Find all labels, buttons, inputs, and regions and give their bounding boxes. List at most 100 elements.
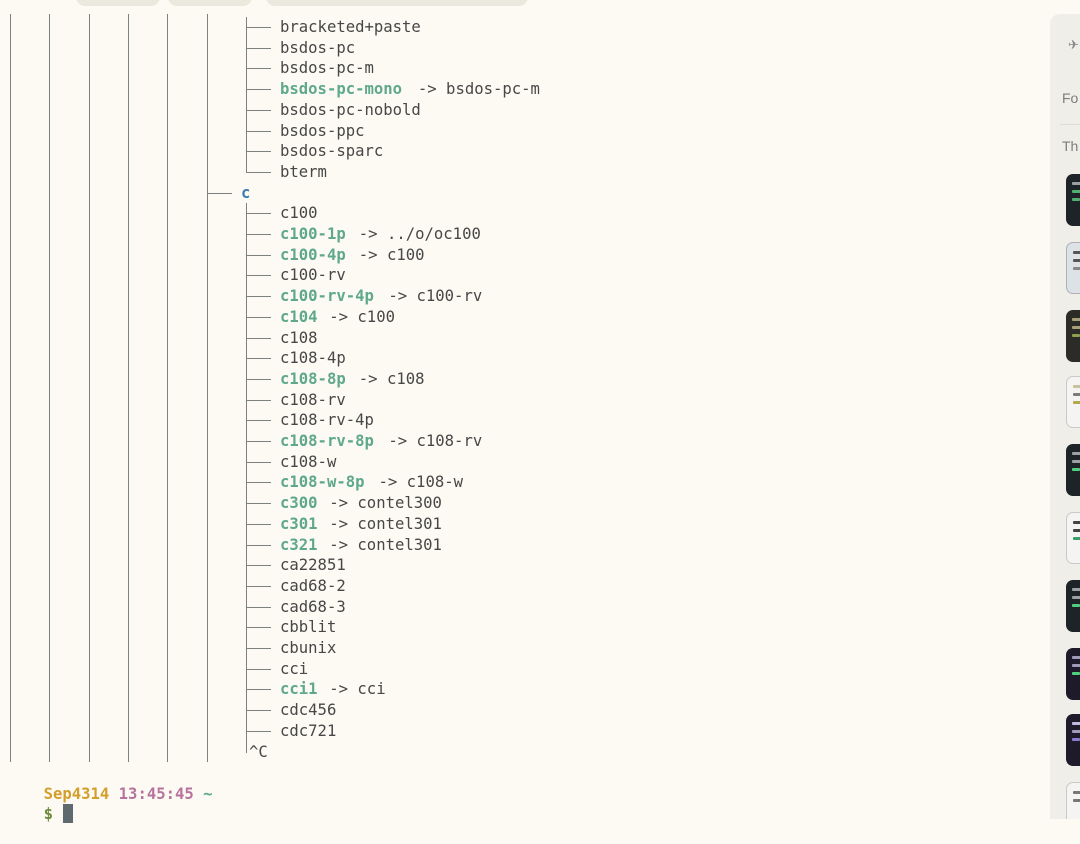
- file-name: bsdos-ppc: [280, 121, 365, 140]
- sidebar-divider: [1060, 124, 1080, 125]
- tree-row: c104 -> c100: [0, 306, 1040, 328]
- file-name: bsdos-sparc: [280, 142, 384, 161]
- tree-row: c100-1p -> ../o/oc100: [0, 224, 1040, 245]
- tree-row: bterm: [0, 161, 1040, 182]
- tree-row: c108-4p: [0, 348, 1040, 370]
- tree-branch: [246, 244, 272, 266]
- tree-row: bsdos-pc-m: [0, 58, 1040, 80]
- file-name: cad68-2: [280, 576, 346, 595]
- prompt-cwd: ~: [203, 785, 213, 803]
- right-sidebar: ✈ Fo Th: [1050, 14, 1080, 819]
- file-name: c100-rv: [280, 266, 346, 285]
- theme-thumbnail-2[interactable]: [1066, 242, 1080, 294]
- tree-row: c108-rv-8p -> c108-rv: [0, 431, 1040, 452]
- file-name: cad68-3: [280, 597, 346, 616]
- tree-branch: [246, 161, 272, 182]
- tree-branch: [246, 203, 272, 225]
- terminal-output[interactable]: bracketed+paste bsdos-pc bsdos-pc-m bsdos-p…: [0, 0, 1050, 823]
- tree-row: cbblit: [0, 617, 1040, 639]
- symlink-name: c100-rv-4p: [280, 287, 374, 306]
- directory-name: c: [241, 183, 251, 202]
- tree-branch: [246, 617, 272, 639]
- tree-branch: [246, 679, 272, 701]
- symlink-name: c108-w-8p: [280, 473, 365, 492]
- file-name: cbblit: [280, 618, 337, 637]
- theme-thumbnail-6[interactable]: [1066, 512, 1080, 564]
- tree-row: bsdos-pc-mono -> bsdos-pc-m: [0, 79, 1040, 101]
- symlink-target: -> c108-rv: [388, 432, 483, 450]
- symlink-target: -> contel301: [329, 535, 442, 554]
- prompt-time: 13:45:45: [118, 785, 194, 803]
- tree-row: c100-rv-4p -> c100-rv: [0, 286, 1040, 308]
- tree-branch: [207, 182, 233, 204]
- file-name: c108-rv-4p: [280, 411, 374, 430]
- file-name: bsdos-pc-m: [280, 59, 374, 78]
- file-name: bterm: [280, 162, 327, 181]
- theme-thumbnail-3[interactable]: [1066, 310, 1080, 362]
- file-name: c108-w: [280, 452, 337, 471]
- symlink-target: -> c108-w: [378, 473, 464, 492]
- tree-branch: [246, 265, 272, 287]
- tree-branch: [246, 37, 272, 59]
- tree-branch: [246, 286, 272, 308]
- tree-row: cad68-3: [0, 596, 1040, 618]
- tree-branch: [246, 17, 272, 38]
- tree-branch: [246, 79, 272, 101]
- symlink-target: -> bsdos-pc-m: [417, 80, 540, 99]
- theme-thumbnail-5[interactable]: [1066, 444, 1080, 496]
- tree-row: c108-rv: [0, 389, 1040, 411]
- tree-row: cci: [0, 658, 1040, 680]
- tree-row: bsdos-pc: [0, 37, 1040, 59]
- theme-thumbnail-4[interactable]: [1066, 376, 1080, 428]
- file-name: cdc456: [280, 701, 337, 720]
- tree-row: c108-8p -> c108: [0, 368, 1040, 390]
- tree-branch: [246, 368, 272, 390]
- tree-branch: [246, 555, 272, 577]
- tree-branch: [246, 120, 272, 142]
- theme-thumbnail-1[interactable]: [1066, 174, 1080, 226]
- theme-thumbnail-10[interactable]: [1066, 782, 1080, 819]
- tree-row: c100: [0, 203, 1040, 225]
- symlink-target: -> c100-rv: [388, 287, 483, 306]
- tree-branch: [246, 327, 272, 349]
- tree-row: cdc456: [0, 700, 1040, 722]
- file-name: bsdos-pc-nobold: [280, 100, 421, 119]
- tree-row: cdc721: [0, 720, 1040, 742]
- tree-branch: [246, 658, 272, 680]
- symlink-name: cci1: [280, 680, 318, 699]
- tree-branch: [246, 596, 272, 618]
- tree-branch: [246, 720, 272, 742]
- command-input-line[interactable]: $: [6, 784, 73, 844]
- tree-row: c108: [0, 327, 1040, 349]
- tree-row: c321 -> contel301: [0, 534, 1040, 556]
- text-cursor: [62, 804, 73, 823]
- tree-row: c108-rv-4p: [0, 410, 1040, 432]
- tree-branch: [246, 451, 272, 473]
- symlink-name: c300: [280, 494, 318, 513]
- symlink-name: c301: [280, 514, 318, 533]
- symlink-name: bsdos-pc-mono: [280, 80, 403, 99]
- file-name: cbunix: [280, 639, 337, 657]
- symlink-name: c321: [280, 535, 318, 554]
- tree-branch: [246, 472, 272, 494]
- tree-branch: [246, 348, 272, 370]
- theme-thumbnail-7[interactable]: [1066, 580, 1080, 632]
- file-name: c108: [280, 328, 318, 347]
- pin-icon[interactable]: ✈: [1068, 38, 1080, 53]
- symlink-target: -> contel300: [329, 494, 442, 513]
- theme-thumbnail-9[interactable]: [1066, 714, 1080, 766]
- file-name: ca22851: [280, 556, 346, 575]
- tree-row: cbunix: [0, 638, 1040, 659]
- theme-thumbnail-8[interactable]: [1066, 648, 1080, 700]
- file-name: cdc721: [280, 721, 337, 740]
- tree-branch: [246, 141, 272, 163]
- tree-row: bracketed+paste: [0, 17, 1040, 38]
- tree-row: c300 -> contel300: [0, 493, 1040, 515]
- file-name: bsdos-pc: [280, 38, 356, 57]
- interrupt-echo: ^C: [249, 742, 268, 761]
- sidebar-label-1: Fo: [1062, 90, 1079, 106]
- tree-row: c301 -> contel301: [0, 513, 1040, 535]
- tree-branch: [246, 99, 272, 121]
- tree-row: c100-rv: [0, 265, 1040, 287]
- tree-branch: [246, 306, 272, 328]
